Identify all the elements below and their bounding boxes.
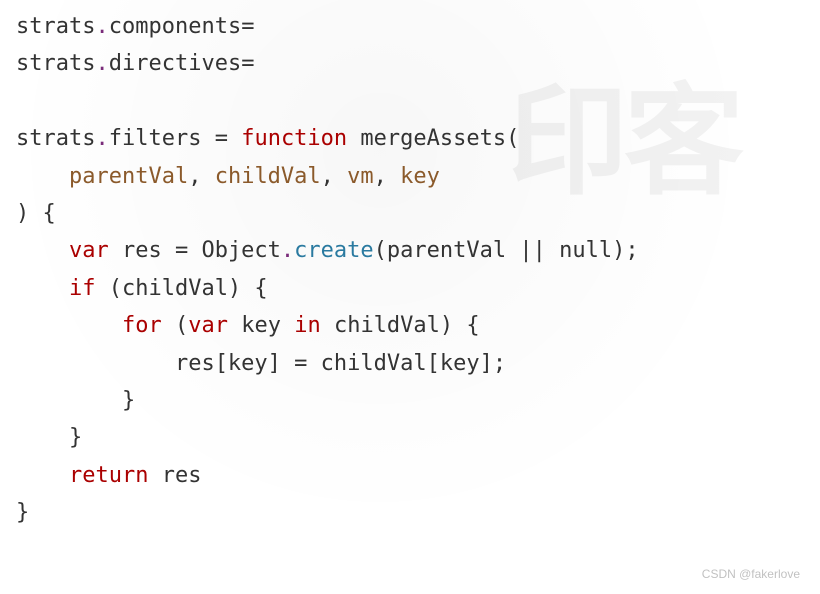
code-token: res [148, 463, 201, 488]
code-token: , [321, 164, 348, 189]
code-token: ( [162, 313, 189, 338]
code-token: childVal [215, 164, 321, 189]
code-token: if [69, 276, 96, 301]
code-token: } [69, 425, 82, 450]
code-token: = [241, 51, 254, 76]
code-token: components [109, 14, 241, 39]
code-token: return [69, 463, 148, 488]
code-token: directives [109, 51, 241, 76]
code-token: . [281, 238, 294, 263]
code-token: key [400, 164, 440, 189]
code-token: = [201, 126, 241, 151]
code-token: in [294, 313, 321, 338]
code-token: res[key] = childVal[key]; [175, 351, 506, 376]
code-token: . [95, 51, 108, 76]
code-token: create [294, 238, 373, 263]
code-token: . [95, 126, 108, 151]
code-token: (parentVal || null); [374, 238, 639, 263]
code-token: key [228, 313, 294, 338]
code-token: parentVal [69, 164, 188, 189]
code-token: strats [16, 126, 95, 151]
code-token: = [241, 14, 254, 39]
code-token: res = Object [109, 238, 281, 263]
credits-text: CSDN @fakerlove [702, 564, 800, 584]
code-token: function [241, 126, 347, 151]
code-token: var [188, 313, 228, 338]
code-token: vm [347, 164, 374, 189]
code-token: strats [16, 51, 95, 76]
code-token: (childVal) { [95, 276, 267, 301]
code-token: mergeAssets( [347, 126, 519, 151]
code-token: , [374, 164, 401, 189]
code-token: filters [109, 126, 202, 151]
code-token: var [69, 238, 109, 263]
code-token: } [16, 500, 29, 525]
code-token: ) { [16, 201, 56, 226]
code-block: strats.components= strats.directives= st… [16, 8, 804, 531]
code-token: . [95, 14, 108, 39]
code-token: childVal) { [321, 313, 480, 338]
code-token: for [122, 313, 162, 338]
code-token: strats [16, 14, 95, 39]
code-token: } [122, 388, 135, 413]
code-token: , [188, 164, 215, 189]
